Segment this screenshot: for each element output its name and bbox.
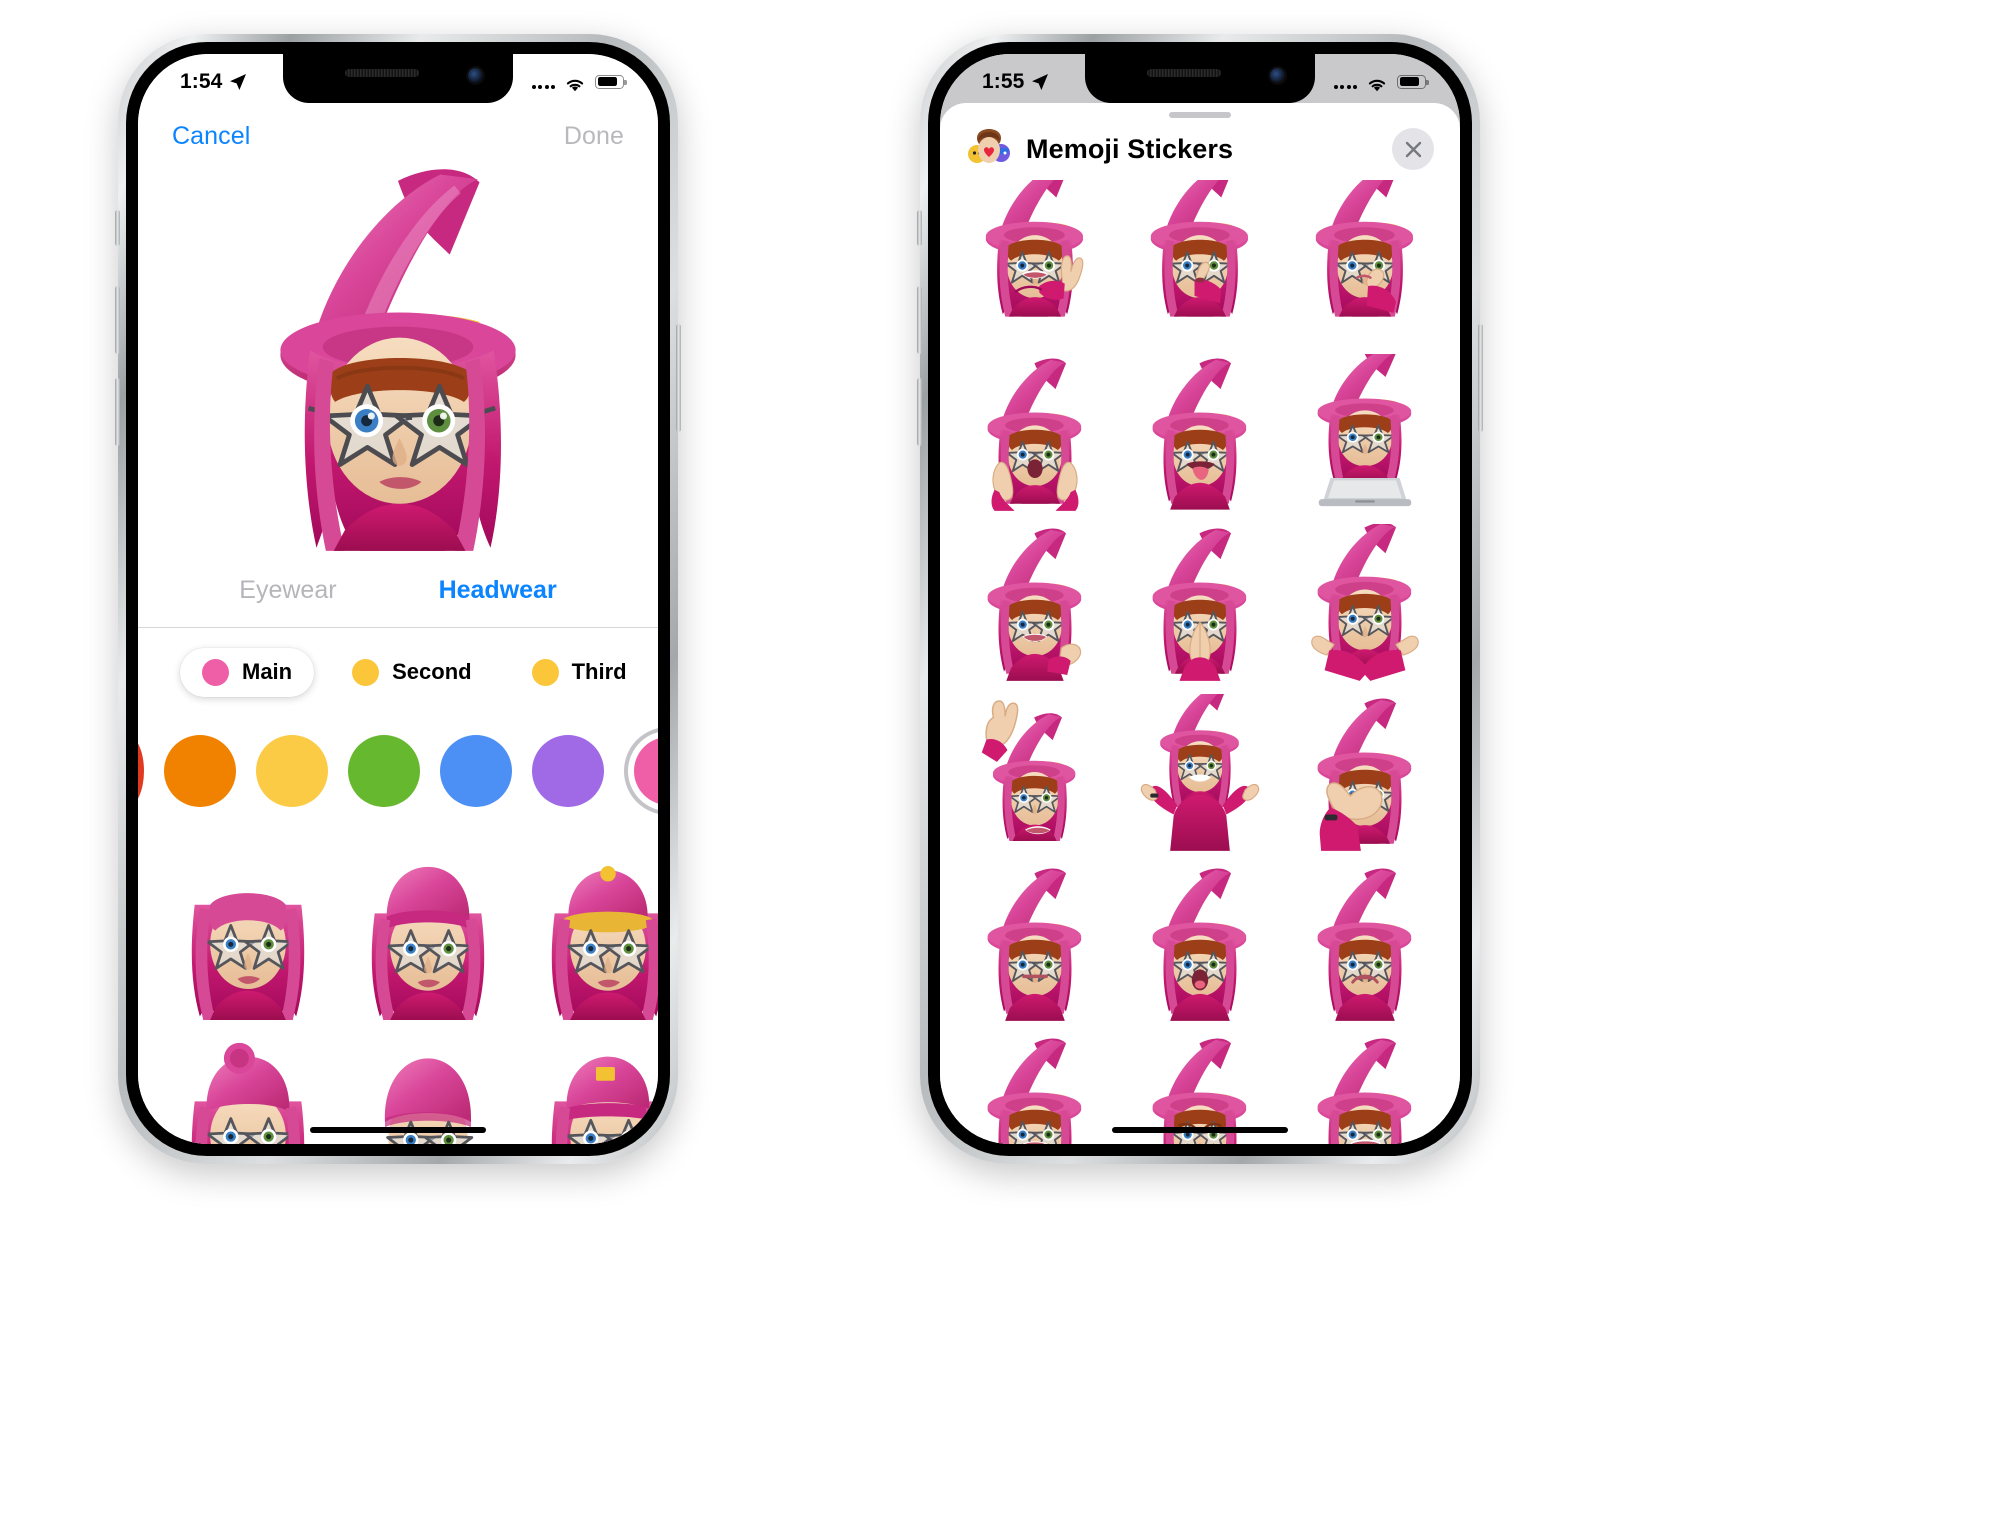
location-arrow-icon xyxy=(1031,73,1049,91)
sticker-sad[interactable] xyxy=(1285,860,1446,1026)
tab-headwear[interactable]: Headwear xyxy=(439,576,557,605)
sticker-shrug[interactable] xyxy=(1119,690,1280,856)
swatch-orange[interactable] xyxy=(164,735,236,807)
status-time: 1:55 xyxy=(982,69,1025,93)
swatch-pink[interactable] xyxy=(634,737,658,805)
sticker-praying[interactable] xyxy=(1119,520,1280,686)
wifi-icon xyxy=(564,74,586,91)
status-bar-left: 1:54 xyxy=(180,64,247,94)
phone-memoji-stickers: 1:55 Memoji Stickers xyxy=(917,34,1483,1164)
headwear-option-beanie[interactable] xyxy=(342,844,514,1024)
mute-switch[interactable] xyxy=(917,210,922,246)
cellular-dots-icon xyxy=(1333,75,1357,89)
color-slot-segmented-control: Main Second Third xyxy=(138,628,658,716)
home-indicator[interactable] xyxy=(310,1127,486,1133)
headwear-option-baseball-cap[interactable] xyxy=(522,1032,658,1144)
screen-memoji-editor: 1:54 Cancel Done Eyewear Headwear Main S… xyxy=(138,54,658,1144)
color-slot-main[interactable]: Main xyxy=(180,647,315,697)
sticker-thinking[interactable] xyxy=(1285,180,1446,346)
color-slot-second-dot xyxy=(352,658,380,686)
memoji-stickers-app-icon xyxy=(968,128,1010,170)
memoji-avatar-image xyxy=(202,162,594,554)
mute-switch[interactable] xyxy=(115,210,120,246)
editor-navigation-bar: Cancel Done xyxy=(138,110,658,162)
swatch-blue[interactable] xyxy=(440,735,512,807)
color-slot-main-dot xyxy=(202,658,229,686)
screen-memoji-stickers: 1:55 Memoji Stickers xyxy=(940,54,1460,1144)
sheet-title: Memoji Stickers xyxy=(1026,133,1234,164)
color-slot-third-label: Third xyxy=(571,659,627,684)
sticker-laptop[interactable] xyxy=(1285,350,1446,516)
headwear-option-cap-with-button[interactable] xyxy=(522,844,658,1024)
sticker-facepalm[interactable] xyxy=(1285,690,1446,856)
done-button[interactable]: Done xyxy=(564,122,624,151)
phone-bezel: 1:54 Cancel Done Eyewear Headwear Main S… xyxy=(126,42,670,1156)
sticker-arms-crossed-x[interactable] xyxy=(1285,520,1446,686)
earpiece-speaker xyxy=(1147,69,1221,77)
sticker-raised-hand[interactable] xyxy=(954,690,1115,856)
swatch-pink-selected-ring xyxy=(624,727,658,815)
screenshot-stage: 1:54 Cancel Done Eyewear Headwear Main S… xyxy=(0,0,2000,1513)
battery-icon xyxy=(595,74,627,89)
earpiece-speaker xyxy=(345,69,419,77)
battery-icon xyxy=(1397,74,1429,89)
memoji-editor-panel: Cancel Done Eyewear Headwear Main Second… xyxy=(138,54,658,1144)
status-bar-right xyxy=(1333,68,1429,91)
tab-eyewear[interactable]: Eyewear xyxy=(239,576,336,605)
phone-memoji-editor: 1:54 Cancel Done Eyewear Headwear Main S… xyxy=(115,34,681,1164)
sticker-shush[interactable] xyxy=(1119,180,1280,346)
color-slot-second-label: Second xyxy=(392,659,472,684)
volume-down-button[interactable] xyxy=(917,378,922,446)
color-slot-third[interactable]: Third xyxy=(510,648,649,697)
headwear-option-bun-headband[interactable] xyxy=(162,1032,334,1144)
category-tabs: Eyewear Headwear xyxy=(138,554,658,628)
sticker-shocked-hands[interactable] xyxy=(954,350,1115,516)
wifi-icon xyxy=(1366,74,1388,91)
memoji-stickers-sheet: Memoji Stickers xyxy=(940,103,1460,1144)
sticker-peace-sign[interactable] xyxy=(954,180,1115,346)
swatch-yellow[interactable] xyxy=(256,735,328,807)
sticker-neutral[interactable] xyxy=(954,860,1115,1026)
power-button[interactable] xyxy=(1478,324,1483,432)
headwear-option-no-hat-bangs[interactable] xyxy=(162,844,334,1024)
sticker-tongue-out[interactable] xyxy=(1119,350,1280,516)
volume-up-button[interactable] xyxy=(917,286,922,354)
home-indicator[interactable] xyxy=(1112,1127,1288,1133)
sticker-smile-wide[interactable] xyxy=(1285,1030,1446,1144)
color-slot-third-dot xyxy=(531,658,559,686)
close-icon xyxy=(1405,141,1421,157)
volume-down-button[interactable] xyxy=(115,378,120,446)
front-camera-icon xyxy=(1270,68,1285,83)
location-arrow-icon xyxy=(229,73,247,91)
sticker-surprised[interactable] xyxy=(1119,860,1280,1026)
swatch-green[interactable] xyxy=(348,735,420,807)
power-button[interactable] xyxy=(676,324,681,432)
color-slot-main-label: Main xyxy=(242,659,293,684)
cancel-button[interactable]: Cancel xyxy=(172,122,250,151)
close-button[interactable] xyxy=(1392,128,1434,170)
memoji-preview xyxy=(138,162,658,554)
front-camera-icon xyxy=(468,68,483,83)
color-swatch-row[interactable] xyxy=(138,716,658,826)
sheet-header: Memoji Stickers xyxy=(940,118,1460,180)
swatch-red[interactable] xyxy=(138,735,144,807)
headwear-options-grid xyxy=(138,826,658,1144)
status-time: 1:54 xyxy=(180,69,223,93)
stickers-grid xyxy=(940,180,1460,1144)
cellular-dots-icon xyxy=(531,75,555,89)
status-bar-right xyxy=(531,68,627,91)
swatch-purple[interactable] xyxy=(532,735,604,807)
sticker-wave-hand[interactable] xyxy=(954,520,1115,686)
status-bar-left: 1:55 xyxy=(982,64,1049,94)
volume-up-button[interactable] xyxy=(115,286,120,354)
color-slot-second[interactable]: Second xyxy=(330,648,493,697)
notch xyxy=(1085,54,1315,103)
phone-bezel: 1:55 Memoji Stickers xyxy=(928,42,1472,1156)
sticker-happy[interactable] xyxy=(954,1030,1115,1144)
notch xyxy=(283,54,513,103)
